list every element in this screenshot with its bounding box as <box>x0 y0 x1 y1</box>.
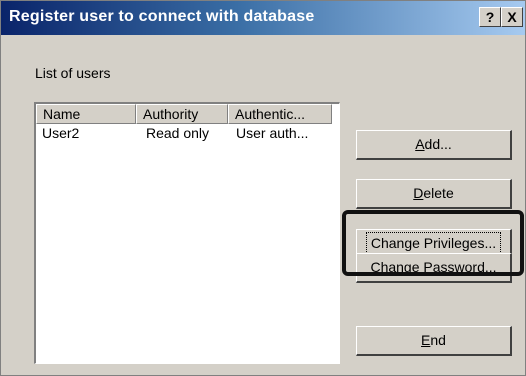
delete-button[interactable]: Delete <box>356 179 512 209</box>
question-icon: ? <box>485 9 495 25</box>
close-icon: X <box>507 9 517 25</box>
column-header-authority[interactable]: Authority <box>136 104 228 124</box>
list-item[interactable]: User2 Read only User auth... <box>36 124 339 144</box>
title-bar[interactable]: Register user to connect with database ?… <box>1 1 525 35</box>
column-header-name[interactable]: Name <box>36 104 136 124</box>
help-button[interactable]: ? <box>479 7 501 27</box>
user-name-cell: User2 <box>42 125 80 141</box>
change-password-prefix: Change <box>370 259 424 275</box>
add-button[interactable]: Add... <box>356 130 512 160</box>
user-authority-cell: Read only <box>146 125 210 141</box>
end-button-suffix: nd <box>430 332 446 348</box>
list-of-users-label: List of users <box>35 65 111 81</box>
delete-button-suffix: elete <box>423 185 454 201</box>
close-button[interactable]: X <box>501 7 523 27</box>
delete-button-accel: D <box>413 185 424 201</box>
change-privileges-label: Change Privileges... <box>365 232 502 254</box>
column-header-authentication[interactable]: Authentic... <box>228 104 332 124</box>
change-password-accel: P <box>423 259 433 275</box>
register-user-dialog: Register user to connect with database ?… <box>0 0 526 376</box>
add-button-suffix: dd... <box>424 136 452 152</box>
add-button-accel: A <box>415 136 425 152</box>
user-authentication-cell: User auth... <box>236 125 309 141</box>
change-password-suffix: assword... <box>432 259 497 275</box>
end-button[interactable]: End <box>356 326 512 356</box>
users-list[interactable]: Name Authority Authentic... User2 Read o… <box>34 102 340 364</box>
window-title: Register user to connect with database <box>9 8 315 25</box>
change-password-button[interactable]: Change Password... <box>356 253 512 283</box>
end-button-accel: E <box>421 332 431 348</box>
column-headers: Name Authority Authentic... <box>36 104 339 124</box>
